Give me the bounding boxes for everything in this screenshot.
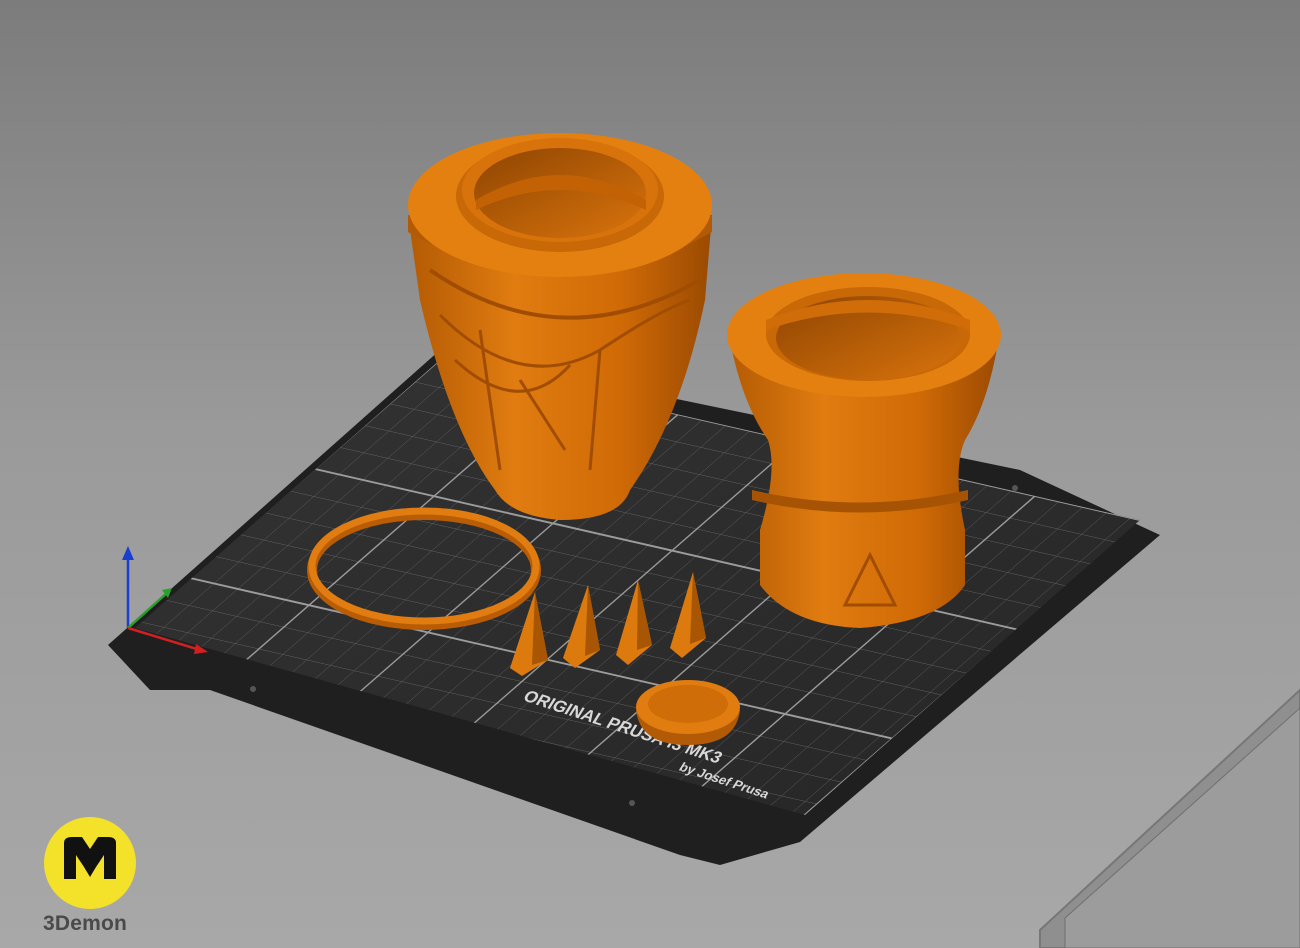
3d-viewport[interactable]: ORIGINAL PRUSA i3 MK3 by Josef Prusa [0,0,1300,948]
3demon-logo-icon [44,817,136,909]
secondary-bed-corner [1039,688,1300,948]
brand-name: 3Demon [43,912,128,935]
round-cap[interactable] [636,680,740,745]
